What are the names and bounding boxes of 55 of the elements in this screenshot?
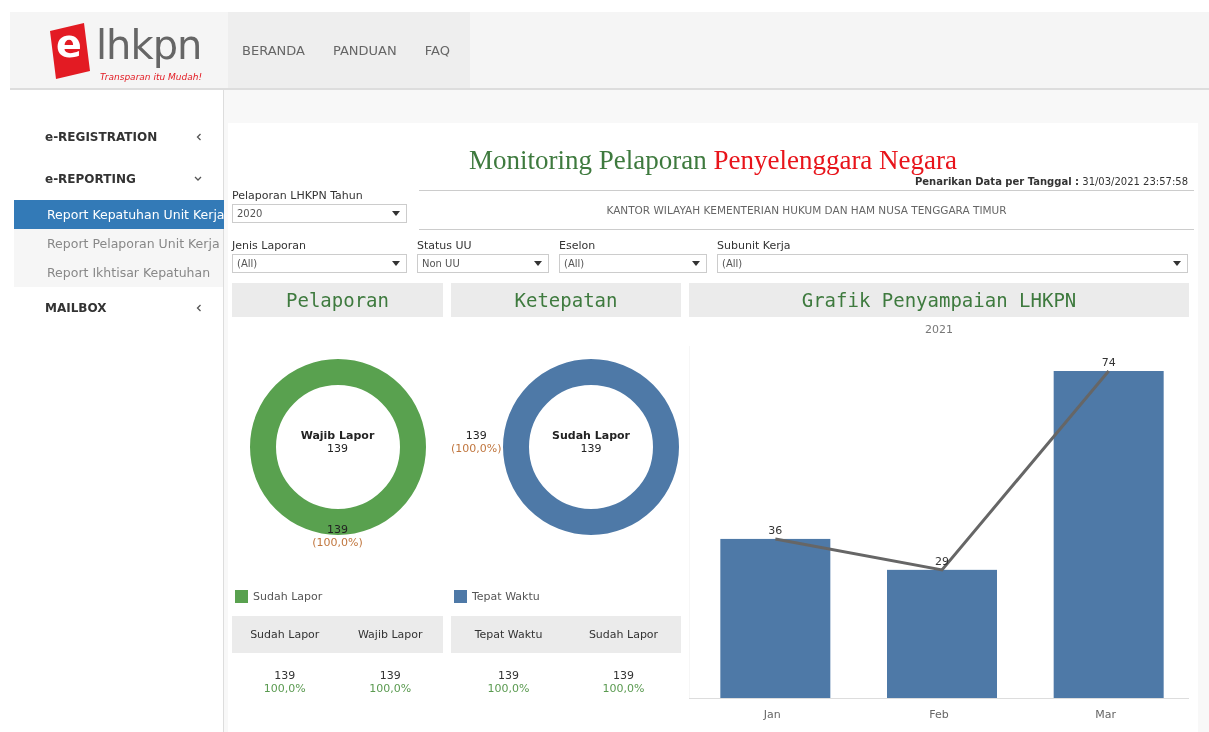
filter-label: Jenis Laporan — [232, 239, 308, 254]
data-label: 29 — [935, 554, 949, 568]
filter-dropdown[interactable]: Non UU — [417, 254, 549, 273]
data-date: Penarikan Data per Tanggal : 31/03/2021 23:57:58 — [914, 176, 1188, 187]
logo-tagline: Transparan itu Mudah! — [100, 72, 203, 82]
panel-title: Grafik Penyampaian LHKPN — [689, 283, 1189, 317]
data-label: 74 — [1101, 356, 1116, 369]
table-cell-text: 139 — [273, 669, 297, 682]
table-header: Sudah Lapor — [249, 628, 321, 641]
nav-link[interactable]: FAQ — [424, 42, 450, 58]
ring-percent: (100,0%) — [312, 536, 363, 549]
sidebar-item[interactable]: e-REGISTRATION — [10, 116, 223, 158]
axis-label: Feb — [928, 708, 950, 721]
filter-dropdown[interactable]: (All) — [559, 254, 707, 273]
axis-label: Jan — [762, 708, 782, 721]
filter-label: Subunit Kerja — [717, 239, 792, 254]
table-header: Wajib Lapor — [356, 628, 424, 641]
legend-label: Sudah Lapor — [253, 589, 323, 603]
ring-percent: (100,0%) — [451, 442, 502, 455]
filter-dropdown[interactable]: (All) — [717, 254, 1188, 273]
nav-link[interactable]: PANDUAN — [332, 42, 397, 58]
panel-title: Ketepatan — [451, 283, 681, 317]
table-cell-text: 100,0% — [601, 682, 646, 695]
dashboard-title: Monitoring Pelaporan Penyelenggara Negara — [467, 144, 959, 176]
table-cell-text: 100,0% — [262, 682, 307, 695]
logo-letter: e — [56, 22, 82, 66]
table-cell-text: 100,0% — [486, 682, 531, 695]
legend-label: Tepat Waktu — [472, 589, 540, 603]
nav-link[interactable]: BERANDA — [242, 42, 305, 58]
ring-value: 139 — [465, 429, 487, 442]
donut-value: 139 — [327, 442, 348, 455]
sidebar-item[interactable]: e-REPORTING — [10, 158, 223, 200]
submenu-item[interactable]: Report Kepatuhan Unit Kerja — [14, 200, 227, 229]
table-header: Sudah Lapor — [587, 628, 660, 641]
filter-dropdown[interactable]: (All) — [232, 254, 407, 273]
table-cell-text: 100,0% — [368, 682, 413, 695]
year-dropdown[interactable]: 2020 — [232, 204, 407, 223]
donut-label: Sudah Lapor — [552, 429, 630, 442]
axis-label: Mar — [1094, 708, 1118, 721]
office-name: KANTOR WILAYAH KEMENTERIAN HUKUM DAN HAM NUSA TENGGARA TIMUR — [606, 204, 1007, 216]
donut-value: 139 — [580, 442, 602, 455]
table-cell-text: 139 — [497, 669, 520, 682]
data-label: 36 — [768, 523, 783, 537]
donut-label: Wajib Lapor — [300, 429, 375, 442]
table-cell-text: 139 — [612, 669, 635, 682]
filter-label: Status UU — [417, 239, 473, 254]
table-cell-text: 139 — [378, 669, 402, 682]
ring-value: 139 — [327, 523, 348, 536]
filter-label: Pelaporan LHKPN Tahun — [232, 189, 364, 204]
chart-title: 2021 — [925, 323, 953, 336]
logo-text: lhkpn — [96, 22, 202, 68]
filter-label: Eselon — [559, 239, 597, 254]
sidebar-item[interactable]: MAILBOX — [10, 287, 223, 329]
table-header: Tepat Waktu — [473, 628, 544, 641]
panel-title: Pelaporan — [232, 283, 443, 317]
